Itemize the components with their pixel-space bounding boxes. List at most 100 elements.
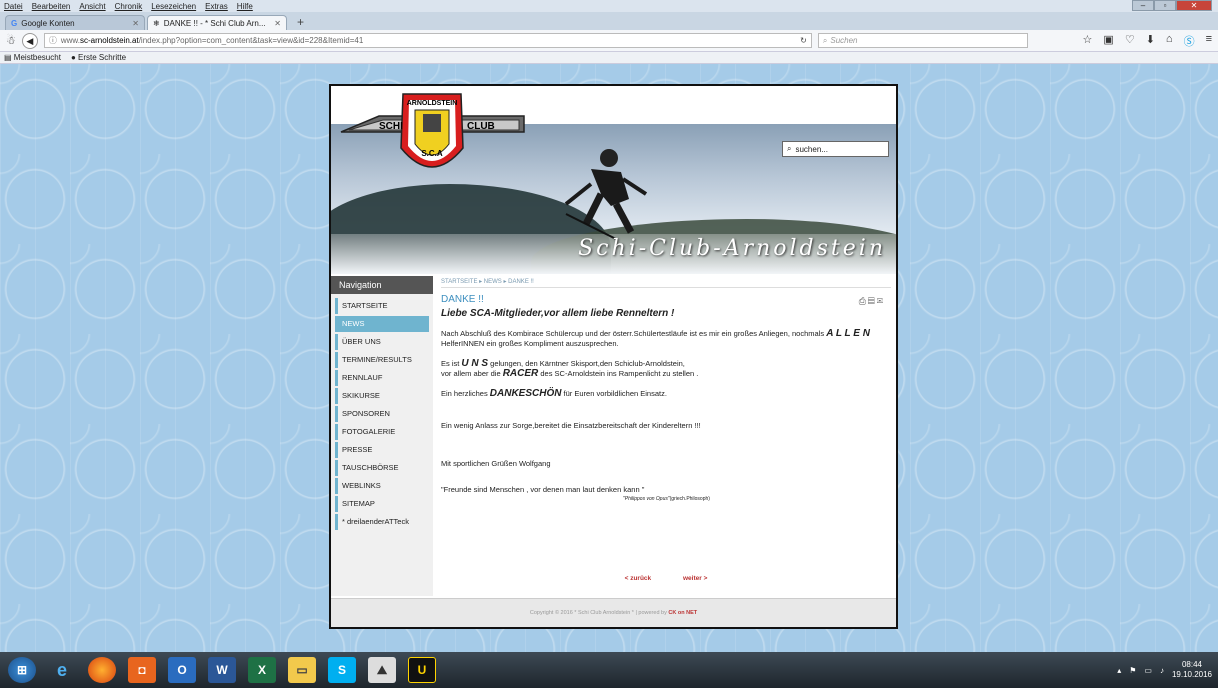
menu-ansicht[interactable]: Ansicht [79,2,105,11]
club-logo[interactable]: ARNOLDSTEIN SCHI CLUB S.C.A [339,86,529,186]
word-icon[interactable]: W [208,657,236,683]
firefox-icon[interactable] [88,657,116,683]
excel-icon[interactable]: X [248,657,276,683]
nav-bar: ☃ ◀ ⓘ www.sc-arnoldstein.at/index.php?op… [0,30,1218,52]
url-text: www.sc-arnoldstein.at/index.php?option=c… [60,36,364,45]
nav-item-dreilaender[interactable]: * dreilaenderATTeck [335,514,429,530]
site-container: ARNOLDSTEIN SCHI CLUB S.C.A ⌕ suchen... … [329,84,898,629]
clock[interactable]: 08:44 19.10.2016 [1172,660,1212,680]
bookmark-meistbesucht[interactable]: ▤ Meistbesucht [4,53,61,62]
search-icon: ⌕ [787,144,792,153]
ck-on-net-link[interactable]: CK on NET [668,610,697,616]
page-background: ARNOLDSTEIN SCHI CLUB S.C.A ⌕ suchen... … [0,64,1218,652]
search-icon: ⌕ [822,35,828,45]
tray-arrow-icon[interactable]: ▴ [1117,666,1121,675]
taskbar: ⊞ e ◘ O W X ▭ S ⛰ U ▴ ⚑ ▭ ♪ 08:44 19.10.… [0,652,1218,688]
menu-hilfe[interactable]: Hilfe [237,2,253,11]
next-link[interactable]: weiter > [683,575,707,582]
office-icon[interactable]: ◘ [128,657,156,683]
tab-label: DANKE !! - * Schi Club Arn... [163,18,266,28]
sidebar-navigation: Navigation STARTSEITE NEWS ÜBER UNS TERM… [331,276,433,596]
start-button[interactable]: ⊞ [8,657,36,683]
menu-extras[interactable]: Extras [205,2,228,11]
close-tab-icon[interactable]: ✕ [132,19,139,28]
flag-icon[interactable]: ⚑ [1129,666,1136,675]
paragraph-2: Es ist U N S gelungen, den Kärntner Skis… [441,358,699,379]
nav-item-fotogalerie[interactable]: FOTOGALERIE [335,424,429,440]
close-window-button[interactable]: ✕ [1176,0,1212,11]
info-icon[interactable]: ⓘ [49,35,57,46]
nav-list: STARTSEITE NEWS ÜBER UNS TERMINE/RESULTS… [331,298,433,530]
folder-icon: ▤ [4,53,12,62]
volume-icon[interactable]: ♪ [1160,666,1164,675]
menu-bearbeiten[interactable]: Bearbeiten [32,2,71,11]
paragraph-3: Ein herzliches DANKESCHÖN für Euren vorb… [441,388,667,399]
bookmarks-bar: ▤ Meistbesucht ● Erste Schritte [0,52,1218,64]
nav-item-weblinks[interactable]: WEBLINKS [335,478,429,494]
logo-schi-text: SCHI [379,121,403,132]
outlook-icon[interactable]: O [168,657,196,683]
nav-item-startseite[interactable]: STARTSEITE [335,298,429,314]
menu-datei[interactable]: Datei [4,2,23,11]
logo-badge-text: S.C.A [421,149,443,158]
prev-link[interactable]: < zurück [625,575,652,582]
download-icon[interactable]: ⬇ [1146,33,1155,49]
nav-item-termine[interactable]: TERMINE/RESULTS [335,352,429,368]
print-icon[interactable]: ▤ [868,296,877,306]
tracking-icon[interactable]: ☃ [6,34,16,47]
maximize-button[interactable]: ▫ [1154,0,1176,11]
tab-google-konten[interactable]: G Google Konten ✕ [5,15,145,30]
logo-club-text: CLUB [467,121,495,132]
header-script-title: Schi-Club-Arnoldstein [578,236,886,261]
nav-item-ueber-uns[interactable]: ÜBER UNS [335,334,429,350]
nav-item-sitemap[interactable]: SITEMAP [335,496,429,512]
nav-item-sponsoren[interactable]: SPONSOREN [335,406,429,422]
search-input[interactable]: ⌕ Suchen [817,33,1028,48]
bookmark-star-icon[interactable]: ☆ [1083,33,1093,49]
toolbar-icons: ☆ ▣ ♡ ⬇ ⌂ Ⓢ ≡ [1083,33,1212,49]
nav-item-tauschboerse[interactable]: TAUSCHBÖRSE [335,460,429,476]
paragraph-1: Nach Abschluß des Kombirace Schülercup u… [441,328,870,349]
network-icon[interactable]: ▭ [1144,666,1152,675]
home-icon[interactable]: ⌂ [1166,33,1173,49]
firefox-icon: ● [70,53,76,62]
nav-item-news[interactable]: NEWS [335,316,429,332]
window-controls: – ▫ ✕ [1132,0,1212,11]
u-app-icon[interactable]: U [408,657,436,683]
reading-list-icon[interactable]: ▣ [1103,33,1113,49]
site-header: ARNOLDSTEIN SCHI CLUB S.C.A ⌕ suchen... … [331,86,896,274]
nav-item-presse[interactable]: PRESSE [335,442,429,458]
breadcrumb[interactable]: STARTSEITE ▸ NEWS ▸ DANKE !! [441,276,891,288]
minimize-button[interactable]: – [1132,0,1154,11]
email-icon[interactable]: ✉ [877,296,885,306]
image-viewer-icon[interactable]: ⛰ [368,657,396,683]
bookmark-erste-schritte[interactable]: ● Erste Schritte [71,53,126,62]
tab-danke[interactable]: ❄ DANKE !! - * Schi Club Arn... ✕ [147,15,287,30]
quote-text: "Freunde sind Menschen , vor denen man l… [441,485,645,494]
url-bar[interactable]: ⓘ www.sc-arnoldstein.at/index.php?option… [43,33,812,48]
nav-item-skikurse[interactable]: SKIKURSE [335,388,429,404]
pocket-icon[interactable]: ♡ [1125,33,1135,49]
skype-icon[interactable]: S [328,657,356,683]
article-title: DANKE !! [441,294,484,305]
menu-lesezeichen[interactable]: Lesezeichen [151,2,196,11]
close-tab-icon[interactable]: ✕ [274,19,281,28]
ie-icon[interactable]: e [48,657,76,683]
google-icon: G [11,18,18,28]
pdf-icon[interactable]: ⎙ [859,296,868,306]
skype-icon[interactable]: Ⓢ [1184,33,1195,49]
menu-icon[interactable]: ≡ [1206,33,1212,49]
logo-arnoldstein-text: ARNOLDSTEIN [407,100,458,107]
back-button[interactable]: ◀ [21,32,38,49]
explorer-icon[interactable]: ▭ [288,657,316,683]
article-subtitle: Liebe SCA-Mitglieder,vor allem liebe Ren… [441,308,675,319]
paragraph-signature: Mit sportlichen Grüßen Wolfgang [441,459,551,468]
menu-chronik[interactable]: Chronik [115,2,143,11]
menu-bar: Datei Bearbeiten Ansicht Chronik Lesezei… [0,0,1218,12]
skier-image [564,149,648,240]
new-tab-button[interactable]: + [289,15,312,30]
site-icon: ❄ [153,18,160,28]
site-search-input[interactable]: ⌕ suchen... [782,141,889,157]
nav-item-rennlauf[interactable]: RENNLAUF [335,370,429,386]
reload-icon[interactable]: ↻ [800,36,807,45]
